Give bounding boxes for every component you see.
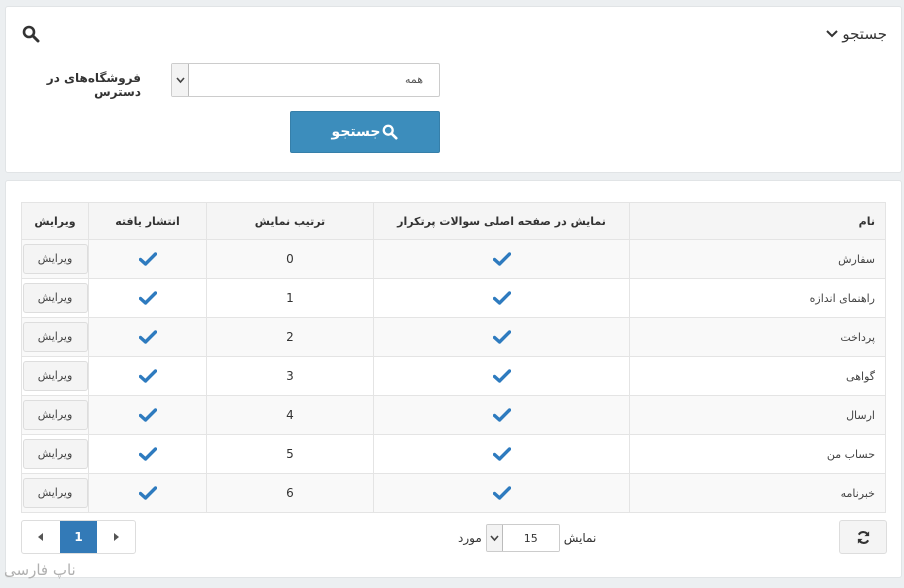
pagination: 1 — [21, 520, 136, 554]
check-icon — [138, 330, 157, 344]
row-name: پرداخت — [629, 317, 886, 357]
row-name: حساب من — [629, 434, 886, 474]
chevron-down-icon — [172, 64, 189, 96]
row-edit-cell: ویرایش — [21, 239, 89, 279]
row-edit-cell: ویرایش — [21, 395, 89, 435]
check-icon — [492, 486, 511, 500]
check-icon — [138, 486, 157, 500]
check-icon — [492, 447, 511, 461]
table-row: راهنمای اندازه 1 ویرایش — [21, 278, 886, 318]
page-size-value: 15 — [502, 525, 559, 551]
row-show-on-home — [373, 395, 630, 435]
chevron-down-icon — [826, 30, 839, 38]
row-published — [88, 473, 207, 513]
edit-button[interactable]: ویرایش — [22, 439, 88, 469]
table-row: گواهی 3 ویرایش — [21, 356, 886, 396]
row-edit-cell: ویرایش — [21, 278, 89, 318]
edit-button[interactable]: ویرایش — [22, 322, 88, 352]
table-row: سفارش 0 ویرایش — [21, 239, 886, 279]
row-name: راهنمای اندازه — [629, 278, 886, 318]
check-icon — [138, 447, 157, 461]
column-header-name[interactable]: نام — [629, 202, 886, 240]
refresh-button[interactable] — [839, 520, 887, 554]
check-icon — [492, 369, 511, 383]
table-row: خبرنامه 6 ویرایش — [21, 473, 886, 513]
row-show-on-home — [373, 278, 630, 318]
row-display-order: 3 — [206, 356, 374, 396]
triangle-left-icon — [37, 533, 43, 541]
row-display-order: 6 — [206, 473, 374, 513]
store-select[interactable]: همه — [171, 63, 440, 97]
row-name: گواهی — [629, 356, 886, 396]
check-icon — [138, 369, 157, 383]
table-row: ارسال 4 ویرایش — [21, 395, 886, 435]
refresh-icon — [857, 530, 869, 544]
check-icon — [138, 408, 157, 422]
column-header-published[interactable]: انتشار یافته — [88, 202, 207, 240]
row-published — [88, 356, 207, 396]
edit-button[interactable]: ویرایش — [22, 400, 88, 430]
next-page-button[interactable] — [97, 521, 135, 553]
row-published — [88, 395, 207, 435]
row-published — [88, 278, 207, 318]
page-size-control: مورد 15 نمایش — [458, 524, 596, 552]
row-name: خبرنامه — [629, 473, 886, 513]
row-published — [88, 317, 207, 357]
row-edit-cell: ویرایش — [21, 356, 89, 396]
search-button-label: جستجو — [331, 124, 381, 140]
check-icon — [492, 252, 511, 266]
items-label: مورد — [458, 531, 482, 545]
faq-table: نام نمایش در صفحه اصلی سوالات پرتکرار تر… — [21, 202, 886, 513]
row-show-on-home — [373, 473, 630, 513]
show-label: نمایش — [563, 531, 597, 545]
row-display-order: 5 — [206, 434, 374, 474]
row-name: ارسال — [629, 395, 886, 435]
row-edit-cell: ویرایش — [21, 473, 89, 513]
row-edit-cell: ویرایش — [21, 434, 89, 474]
edit-button[interactable]: ویرایش — [22, 244, 88, 274]
search-icon[interactable] — [22, 25, 40, 43]
row-edit-cell: ویرایش — [21, 317, 89, 357]
row-display-order: 1 — [206, 278, 374, 318]
table-row: حساب من 5 ویرایش — [21, 434, 886, 474]
search-button[interactable]: جستجو — [290, 111, 440, 153]
edit-button[interactable]: ویرایش — [22, 361, 88, 391]
faq-list-panel: نام نمایش در صفحه اصلی سوالات پرتکرار تر… — [5, 180, 902, 578]
watermark: ناپ فارسی — [4, 561, 76, 579]
prev-page-button[interactable] — [22, 521, 60, 553]
column-header-show-on-home[interactable]: نمایش در صفحه اصلی سوالات پرتکرار — [373, 202, 630, 240]
table-row: پرداخت 2 ویرایش — [21, 317, 886, 357]
page-size-select[interactable]: 15 — [485, 524, 560, 552]
chevron-down-icon — [486, 525, 503, 551]
row-show-on-home — [373, 317, 630, 357]
check-icon — [492, 291, 511, 305]
check-icon — [492, 408, 511, 422]
check-icon — [138, 291, 157, 305]
search-icon — [383, 124, 399, 140]
check-icon — [138, 252, 157, 266]
search-panel: جستجو فروشگاه‌های در دسترس همه جستجو — [5, 6, 902, 173]
store-select-value: همه — [404, 73, 423, 86]
row-display-order: 4 — [206, 395, 374, 435]
triangle-right-icon — [114, 533, 120, 541]
row-name: سفارش — [629, 239, 886, 279]
column-header-edit: ویرایش — [21, 202, 89, 240]
search-panel-toggle[interactable]: جستجو — [826, 25, 887, 43]
search-panel-title: جستجو — [842, 25, 887, 43]
check-icon — [492, 330, 511, 344]
row-display-order: 0 — [206, 239, 374, 279]
row-show-on-home — [373, 356, 630, 396]
column-header-display-order[interactable]: ترتیب نمایش — [206, 202, 374, 240]
row-published — [88, 239, 207, 279]
edit-button[interactable]: ویرایش — [22, 478, 88, 508]
page-button-current[interactable]: 1 — [59, 521, 98, 553]
store-label: فروشگاه‌های در دسترس — [46, 71, 141, 99]
row-show-on-home — [373, 239, 630, 279]
edit-button[interactable]: ویرایش — [22, 283, 88, 313]
row-show-on-home — [373, 434, 630, 474]
row-display-order: 2 — [206, 317, 374, 357]
row-published — [88, 434, 207, 474]
